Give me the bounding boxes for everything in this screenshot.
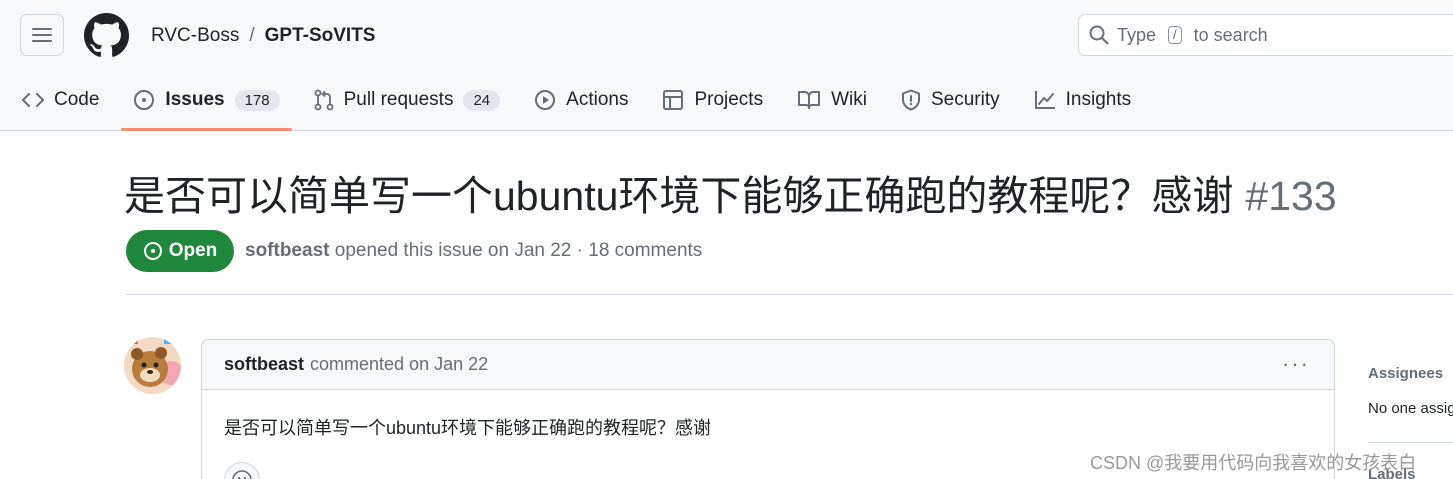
graph-icon <box>1034 91 1055 109</box>
search-shortcut-key: / <box>1168 26 1182 44</box>
sidebar-assignees-value: No one assigned <box>1368 400 1453 417</box>
smiley-icon <box>232 470 252 479</box>
github-logo-icon[interactable] <box>84 13 129 58</box>
repo-owner-link[interactable]: RVC-Boss <box>151 25 239 47</box>
issues-count-badge: 178 <box>234 89 280 111</box>
tab-wiki[interactable]: Wiki <box>785 78 879 122</box>
tab-actions[interactable]: Actions <box>522 78 640 122</box>
tab-issues[interactable]: Issues 178 <box>121 78 292 131</box>
repo-nav-tabs: Code Issues 178 Pull requests 24 Actions… <box>0 78 1143 131</box>
tab-code[interactable]: Code <box>10 78 111 122</box>
tab-insights-label: Insights <box>1065 89 1132 110</box>
breadcrumb: RVC-Boss / GPT-SoVITS <box>151 25 375 47</box>
tab-projects-label: Projects <box>694 89 764 110</box>
table-icon <box>663 90 684 110</box>
breadcrumb-separator: / <box>249 25 255 46</box>
repo-header: RVC-Boss / GPT-SoVITS Type / to search Cod… <box>0 0 1453 131</box>
issue-opened-icon <box>134 90 155 110</box>
comment-author-link[interactable]: softbeast <box>224 354 304 375</box>
avatar[interactable] <box>124 337 181 394</box>
watermark: CSDN @我要用代码向我喜欢的女孩表白 <box>1090 453 1417 473</box>
issue-state-badge: Open <box>126 230 234 272</box>
issue-opened-icon <box>143 242 162 260</box>
global-menu-button[interactable] <box>20 14 64 56</box>
tab-issues-label: Issues <box>165 89 225 110</box>
avatar-image <box>124 337 181 394</box>
comment-header-text: commented on Jan 22 <box>310 354 489 374</box>
comment-header: softbeast commented on Jan 22 <box>202 340 1334 390</box>
sidebar-assignees-heading[interactable]: Assignees <box>1368 365 1443 382</box>
hamburger-icon <box>32 28 52 42</box>
repo-name-link[interactable]: GPT-SoVITS <box>265 25 376 47</box>
header-divider <box>126 294 1453 295</box>
pull-requests-count-badge: 24 <box>463 89 501 111</box>
tab-projects[interactable]: Projects <box>650 78 775 122</box>
issue-number: #133 <box>1245 173 1337 219</box>
book-icon <box>798 91 821 109</box>
shield-icon <box>901 89 920 111</box>
comment-options-button[interactable]: ··· <box>1282 353 1310 375</box>
play-icon <box>535 90 556 110</box>
search-input[interactable]: Type / to search <box>1078 14 1453 56</box>
issue-author-link[interactable]: softbeast <box>245 240 329 261</box>
search-placeholder-start: Type <box>1117 24 1157 45</box>
git-pull-request-icon <box>314 89 334 111</box>
code-icon <box>22 93 44 107</box>
tab-code-label: Code <box>54 89 100 110</box>
issue-title: 是否可以简单写一个ubuntu环境下能够正确跑的教程呢？感谢 #133 <box>124 168 1337 224</box>
tab-pull-requests[interactable]: Pull requests 24 <box>302 78 513 122</box>
tab-security[interactable]: Security <box>889 78 1012 122</box>
tab-actions-label: Actions <box>566 89 629 110</box>
add-reaction-button[interactable] <box>224 462 260 479</box>
issue-meta: softbeast opened this issue on Jan 22 · … <box>245 240 702 262</box>
issue-meta-text: opened this issue on Jan 22 · 18 comment… <box>334 240 703 261</box>
sidebar-divider <box>1368 442 1453 443</box>
tab-security-label: Security <box>930 89 1000 110</box>
tab-pull-requests-label: Pull requests <box>343 89 454 110</box>
search-icon <box>1089 25 1109 45</box>
search-placeholder-end: to search <box>1193 24 1268 45</box>
tab-insights[interactable]: Insights <box>1022 78 1143 122</box>
tab-wiki-label: Wiki <box>831 89 867 110</box>
issue-title-text: 是否可以简单写一个ubuntu环境下能够正确跑的教程呢？感谢 <box>124 173 1234 219</box>
issue-state-label: Open <box>168 240 218 261</box>
